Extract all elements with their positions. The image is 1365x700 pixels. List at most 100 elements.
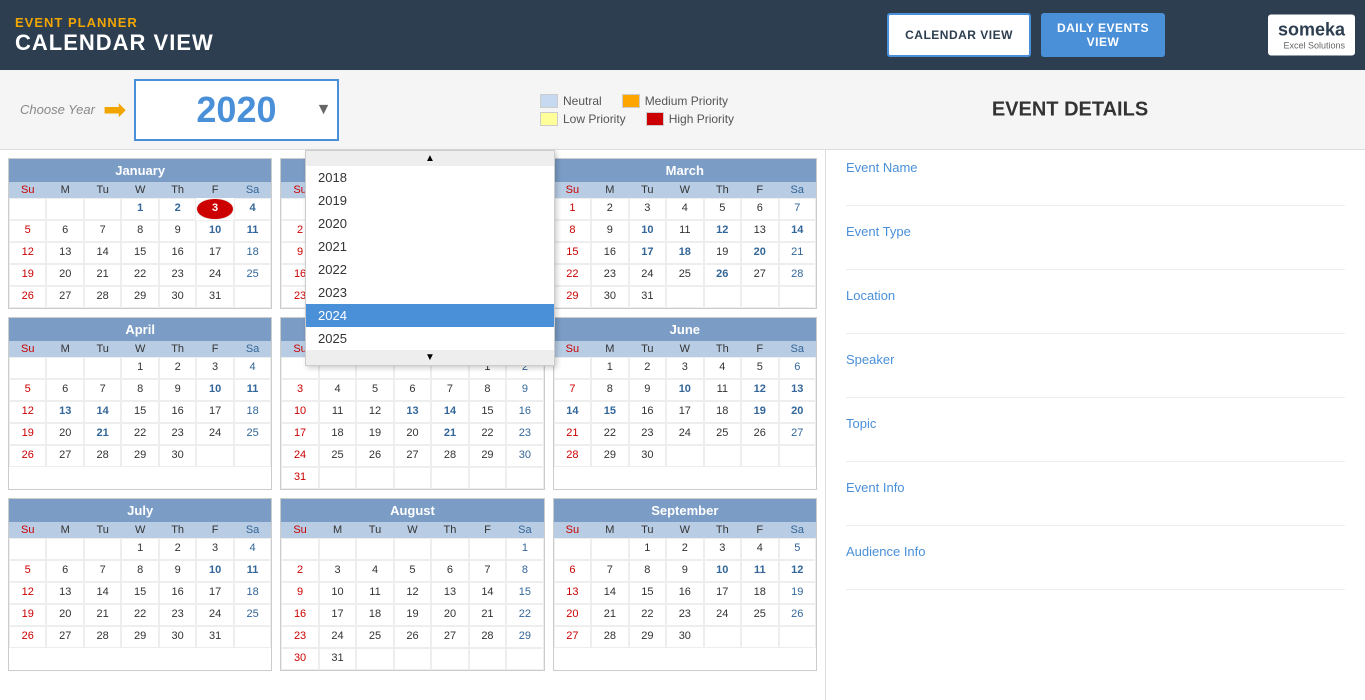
year-option-2018[interactable]: 2018 <box>306 166 554 189</box>
day-cell[interactable]: 9 <box>666 560 703 582</box>
day-cell[interactable]: 7 <box>431 379 468 401</box>
day-cell[interactable]: 20 <box>46 423 83 445</box>
day-cell[interactable]: 6 <box>779 357 816 379</box>
daily-events-button[interactable]: DAILY EVENTS VIEW <box>1041 13 1165 57</box>
day-cell[interactable]: 7 <box>554 379 591 401</box>
day-cell[interactable]: 6 <box>394 379 431 401</box>
day-cell[interactable]: 21 <box>469 604 506 626</box>
day-cell[interactable]: 10 <box>666 379 703 401</box>
day-cell[interactable]: 27 <box>779 423 816 445</box>
day-cell[interactable]: 20 <box>431 604 468 626</box>
year-option-2019[interactable]: 2019 <box>306 189 554 212</box>
day-cell[interactable]: 27 <box>554 626 591 648</box>
day-cell[interactable]: 19 <box>356 423 393 445</box>
day-cell[interactable]: 24 <box>704 604 741 626</box>
day-cell[interactable]: 29 <box>591 445 628 467</box>
day-cell[interactable]: 2 <box>629 357 666 379</box>
day-cell[interactable]: 2 <box>281 560 318 582</box>
day-cell[interactable]: 4 <box>666 198 703 220</box>
day-cell[interactable]: 9 <box>591 220 628 242</box>
day-cell[interactable]: 17 <box>666 401 703 423</box>
day-cell[interactable]: 4 <box>234 357 271 379</box>
day-cell[interactable]: 18 <box>234 582 271 604</box>
day-cell[interactable]: 5 <box>356 379 393 401</box>
day-cell[interactable]: 10 <box>196 379 233 401</box>
day-cell[interactable]: 22 <box>121 604 158 626</box>
day-cell[interactable]: 27 <box>431 626 468 648</box>
day-cell[interactable]: 13 <box>779 379 816 401</box>
day-cell[interactable]: 22 <box>554 264 591 286</box>
day-cell[interactable]: 27 <box>741 264 778 286</box>
day-cell[interactable]: 25 <box>234 423 271 445</box>
day-cell[interactable]: 6 <box>46 379 83 401</box>
day-cell[interactable]: 30 <box>159 445 196 467</box>
day-cell[interactable]: 15 <box>121 242 158 264</box>
day-cell[interactable]: 5 <box>9 220 46 242</box>
day-cell[interactable]: 30 <box>281 648 318 670</box>
day-cell[interactable]: 23 <box>159 604 196 626</box>
day-cell[interactable]: 5 <box>394 560 431 582</box>
day-cell[interactable]: 12 <box>394 582 431 604</box>
field-value[interactable] <box>846 243 1345 259</box>
day-cell[interactable]: 6 <box>46 220 83 242</box>
day-cell[interactable]: 27 <box>46 445 83 467</box>
day-cell[interactable]: 8 <box>591 379 628 401</box>
day-cell[interactable]: 3 <box>196 538 233 560</box>
year-option-2020[interactable]: 2020 <box>306 212 554 235</box>
year-option-2023[interactable]: 2023 <box>306 281 554 304</box>
day-cell[interactable]: 24 <box>629 264 666 286</box>
day-cell[interactable]: 30 <box>506 445 543 467</box>
day-cell[interactable]: 19 <box>9 604 46 626</box>
day-cell[interactable]: 13 <box>394 401 431 423</box>
day-cell[interactable]: 11 <box>666 220 703 242</box>
day-cell[interactable]: 25 <box>234 264 271 286</box>
day-cell[interactable]: 23 <box>666 604 703 626</box>
day-cell[interactable]: 28 <box>84 286 121 308</box>
day-cell[interactable]: 12 <box>356 401 393 423</box>
day-cell[interactable]: 23 <box>591 264 628 286</box>
day-cell[interactable]: 10 <box>319 582 356 604</box>
day-cell[interactable]: 16 <box>159 582 196 604</box>
day-cell[interactable]: 29 <box>121 626 158 648</box>
day-cell[interactable]: 1 <box>506 538 543 560</box>
day-cell[interactable]: 19 <box>741 401 778 423</box>
day-cell[interactable]: 10 <box>704 560 741 582</box>
day-cell[interactable]: 1 <box>591 357 628 379</box>
day-cell[interactable]: 9 <box>506 379 543 401</box>
day-cell[interactable]: 23 <box>629 423 666 445</box>
day-cell[interactable]: 4 <box>356 560 393 582</box>
year-option-2024[interactable]: 2024 <box>306 304 554 327</box>
day-cell[interactable]: 29 <box>469 445 506 467</box>
day-cell[interactable]: 31 <box>281 467 318 489</box>
day-cell[interactable]: 24 <box>196 604 233 626</box>
day-cell[interactable]: 16 <box>506 401 543 423</box>
day-cell[interactable]: 3 <box>666 357 703 379</box>
day-cell[interactable]: 3 <box>629 198 666 220</box>
day-cell[interactable]: 15 <box>121 582 158 604</box>
day-cell[interactable]: 1 <box>121 538 158 560</box>
day-cell[interactable]: 26 <box>394 626 431 648</box>
day-cell[interactable]: 7 <box>84 379 121 401</box>
day-cell[interactable]: 20 <box>741 242 778 264</box>
day-cell[interactable]: 25 <box>234 604 271 626</box>
day-cell[interactable]: 8 <box>121 220 158 242</box>
day-cell[interactable]: 18 <box>704 401 741 423</box>
day-cell[interactable]: 5 <box>779 538 816 560</box>
day-cell[interactable]: 31 <box>629 286 666 308</box>
day-cell[interactable]: 10 <box>196 220 233 242</box>
day-cell[interactable]: 10 <box>629 220 666 242</box>
day-cell[interactable]: 30 <box>159 626 196 648</box>
day-cell[interactable]: 12 <box>779 560 816 582</box>
day-cell[interactable]: 26 <box>704 264 741 286</box>
day-cell[interactable]: 25 <box>319 445 356 467</box>
day-cell[interactable]: 27 <box>46 626 83 648</box>
day-cell[interactable]: 2 <box>159 538 196 560</box>
day-cell[interactable]: 8 <box>506 560 543 582</box>
day-cell[interactable]: 4 <box>741 538 778 560</box>
day-cell[interactable]: 31 <box>196 286 233 308</box>
calendar-view-button[interactable]: CALENDAR VIEW <box>887 13 1031 57</box>
day-cell[interactable]: 14 <box>84 582 121 604</box>
day-cell[interactable]: 13 <box>46 401 83 423</box>
day-cell[interactable]: 29 <box>554 286 591 308</box>
day-cell[interactable]: 18 <box>234 242 271 264</box>
